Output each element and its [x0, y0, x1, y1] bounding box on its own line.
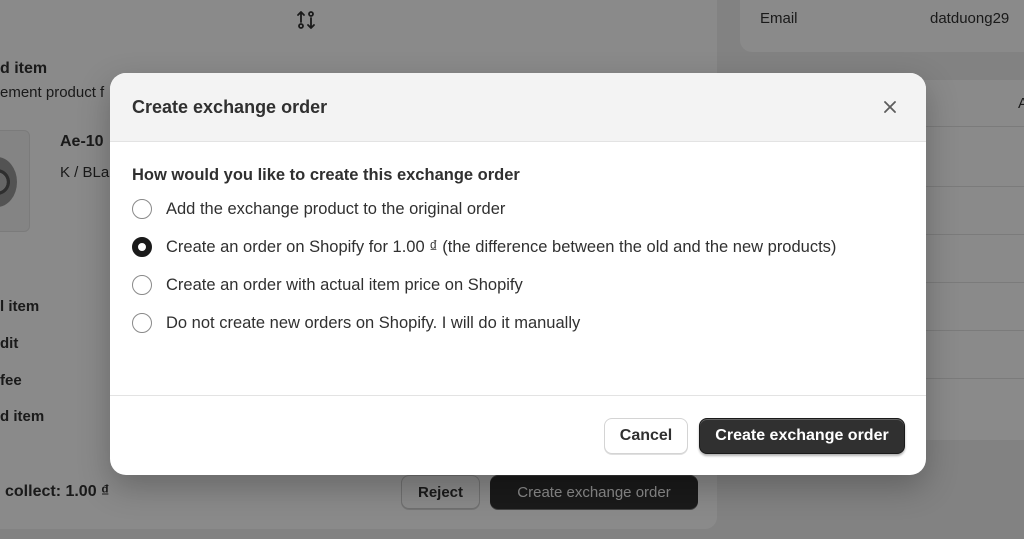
option-create-actual-price-order[interactable]: Create an order with actual item price o…	[132, 271, 904, 299]
modal-body: How would you like to create this exchan…	[110, 142, 926, 395]
radio-button[interactable]	[132, 275, 152, 295]
radio-button[interactable]	[132, 199, 152, 219]
option-add-to-original[interactable]: Add the exchange product to the original…	[132, 195, 904, 223]
option-create-difference-order[interactable]: Create an order on Shopify for 1.00 ₫ (t…	[132, 233, 904, 261]
cancel-button[interactable]: Cancel	[604, 417, 688, 454]
option-label: Do not create new orders on Shopify. I w…	[166, 314, 581, 332]
create-exchange-order-button[interactable]: Create exchange order	[699, 417, 905, 454]
radio-button[interactable]	[132, 313, 152, 333]
create-exchange-order-modal: Create exchange order How would you like…	[110, 73, 926, 475]
option-label: Create an order on Shopify for 1.00 ₫ (t…	[166, 238, 837, 256]
option-label: Create an order with actual item price o…	[166, 276, 523, 294]
modal-title: Create exchange order	[132, 96, 328, 117]
option-label: Add the exchange product to the original…	[166, 200, 506, 218]
question-heading: How would you like to create this exchan…	[132, 166, 520, 184]
close-icon	[884, 101, 896, 113]
modal-footer: Cancel Create exchange order	[110, 395, 926, 475]
radio-button-selected[interactable]	[132, 237, 152, 257]
modal-header: Create exchange order	[110, 73, 926, 142]
close-button[interactable]	[876, 93, 904, 121]
option-manual[interactable]: Do not create new orders on Shopify. I w…	[132, 309, 904, 337]
